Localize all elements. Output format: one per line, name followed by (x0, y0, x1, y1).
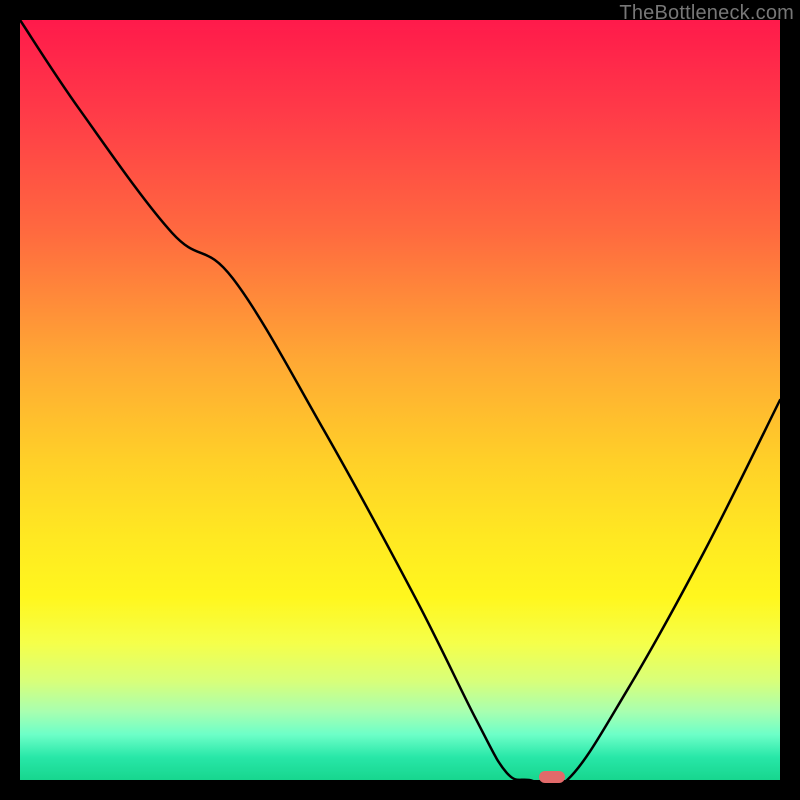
curve-svg (20, 20, 780, 780)
plot-area (20, 20, 780, 780)
optimal-marker (539, 771, 565, 783)
chart-stage: TheBottleneck.com (0, 0, 800, 800)
bottleneck-curve-path (20, 20, 780, 788)
